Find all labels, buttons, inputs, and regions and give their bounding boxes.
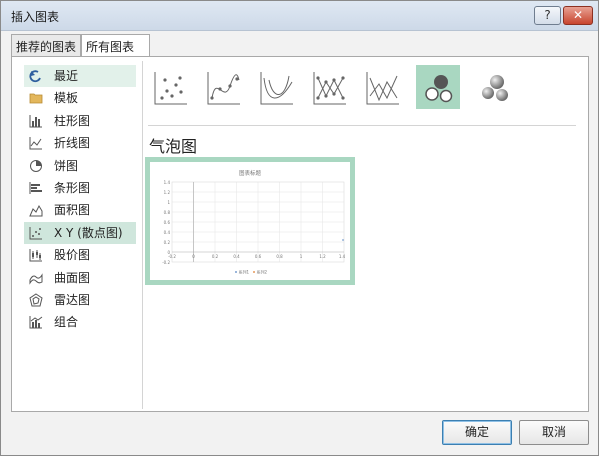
radar-chart-icon xyxy=(29,293,43,307)
x-tick-label: 0.6 xyxy=(255,254,262,259)
preview-chart-title: 图表标题 xyxy=(239,169,262,177)
subtype-scatter[interactable] xyxy=(148,65,192,109)
sidebar-item-recent[interactable]: 最近 xyxy=(24,65,136,88)
sidebar-item-column[interactable]: 柱形图 xyxy=(24,110,136,132)
dialog-title: 插入图表 xyxy=(11,10,60,24)
sidebar-item-label: 股价图 xyxy=(54,248,91,263)
selected-type-title: 气泡图 xyxy=(149,137,198,156)
y-tick-label: 1.2 xyxy=(164,190,171,195)
sidebar-item-bar[interactable]: 条形图 xyxy=(24,177,136,199)
combo-chart-icon xyxy=(29,316,43,329)
sidebar-item-label: 折线图 xyxy=(54,136,91,151)
close-button[interactable]: ✕ xyxy=(563,6,593,25)
subtype-bubble[interactable] xyxy=(416,65,460,109)
sidebar-item-stock[interactable]: 股价图 xyxy=(24,244,136,266)
sidebar-item-label: 曲面图 xyxy=(54,270,91,285)
sidebar-item-label: 组合 xyxy=(54,315,79,330)
sidebar-item-combo[interactable]: 组合 xyxy=(24,311,136,333)
recent-icon xyxy=(29,70,41,83)
scatter-chart-icon xyxy=(29,226,42,240)
tab-panel: 最近 模板 柱形图 折线图 饼图 条形图 面积图 X Y (散点图) 股价图 曲… xyxy=(11,56,589,412)
bubble-icon xyxy=(425,75,453,103)
pie-chart-icon xyxy=(30,159,42,172)
x-tick-label: 0.8 xyxy=(276,254,283,259)
divider xyxy=(142,61,143,409)
preview-chart: 图表标题 1.4 1.2 1 0.8 0.6 0.4 0.2 0 -0.2 -0… xyxy=(162,169,346,275)
scatter-smooth-lines-icon xyxy=(260,72,293,105)
subtype-scatter-straight[interactable] xyxy=(360,65,404,109)
sidebar-item-label: 条形图 xyxy=(54,180,91,195)
x-tick-label: 0.4 xyxy=(233,254,240,259)
divider xyxy=(148,125,576,126)
sidebar-item-scatter[interactable]: X Y (散点图) xyxy=(24,221,136,245)
sidebar-item-surface[interactable]: 曲面图 xyxy=(24,267,136,289)
sidebar-item-label: 雷达图 xyxy=(54,292,91,307)
x-tick-label: 1 xyxy=(300,254,303,259)
chart-preview[interactable]: 图表标题 1.4 1.2 1 0.8 0.6 0.4 0.2 0 -0.2 -0… xyxy=(145,157,355,285)
sidebar-item-pie[interactable]: 饼图 xyxy=(24,155,136,177)
sidebar-item-area[interactable]: 面积图 xyxy=(24,199,136,221)
tab-all-charts[interactable]: 所有图表 xyxy=(81,34,150,57)
scatter-straight-lines-icon xyxy=(366,72,399,105)
legend-entry: 系列1 xyxy=(239,269,250,275)
insert-chart-dialog: 插入图表 ? ✕ 推荐的图表 所有图表 最近 模板 柱形图 折线图 饼图 条形图… xyxy=(0,0,599,456)
x-tick-label: 0.2 xyxy=(212,254,219,259)
y-tick-label: 0.6 xyxy=(164,220,171,225)
scatter-straight-lines-markers-icon xyxy=(313,72,346,105)
sidebar-item-label: 模板 xyxy=(54,91,79,106)
sidebar-item-radar[interactable]: 雷达图 xyxy=(24,289,136,311)
title-bar: 插入图表 ? ✕ xyxy=(1,1,598,31)
y-tick-label: 0.8 xyxy=(164,210,171,215)
scatter-smooth-lines-markers-icon xyxy=(207,72,240,105)
help-button[interactable]: ? xyxy=(534,6,561,25)
preview-legend: 系列1 系列2 xyxy=(235,269,267,275)
ok-button[interactable]: 确定 xyxy=(442,420,512,445)
bar-chart-icon xyxy=(29,181,42,194)
x-tick-label: -0.2 xyxy=(168,254,176,259)
chart-type-list: 最近 模板 柱形图 折线图 饼图 条形图 面积图 X Y (散点图) 股价图 曲… xyxy=(24,65,136,334)
folder-icon xyxy=(29,93,43,104)
sidebar-item-label: 面积图 xyxy=(54,203,91,218)
surface-chart-icon xyxy=(29,272,43,285)
scatter-icon xyxy=(154,72,187,105)
line-chart-icon xyxy=(29,137,42,150)
subtype-3d-bubble[interactable] xyxy=(472,65,516,109)
subtype-scatter-smooth[interactable] xyxy=(254,65,298,109)
tab-recommended-charts[interactable]: 推荐的图表 xyxy=(11,34,81,56)
stock-chart-icon xyxy=(29,249,42,262)
y-tick-label: 0.4 xyxy=(164,230,171,235)
sidebar-item-label: 最近 xyxy=(54,69,79,83)
sidebar-item-label: 饼图 xyxy=(54,158,79,173)
3d-bubble-icon xyxy=(482,75,508,101)
y-tick-label: -0.2 xyxy=(162,260,170,265)
y-tick-label: 0.2 xyxy=(164,240,171,245)
cancel-button[interactable]: 取消 xyxy=(519,420,589,445)
preview-plot-area xyxy=(171,181,345,263)
y-tick-label: 1.4 xyxy=(164,180,171,185)
x-tick-label: 1.4 xyxy=(339,254,346,259)
x-tick-label: 0 xyxy=(192,254,195,259)
column-chart-icon xyxy=(29,114,42,128)
subtype-scatter-smooth-markers[interactable] xyxy=(201,65,245,109)
sidebar-item-templates[interactable]: 模板 xyxy=(24,87,136,109)
sidebar-item-label: 柱形图 xyxy=(54,113,91,128)
sidebar-item-line[interactable]: 折线图 xyxy=(24,132,136,154)
area-chart-icon xyxy=(29,205,43,217)
y-tick-label: 1 xyxy=(167,200,170,205)
sidebar-item-label: X Y (散点图) xyxy=(54,225,123,240)
subtype-scatter-straight-markers[interactable] xyxy=(307,65,351,109)
x-tick-label: 1.2 xyxy=(319,254,326,259)
legend-entry: 系列2 xyxy=(257,269,268,275)
